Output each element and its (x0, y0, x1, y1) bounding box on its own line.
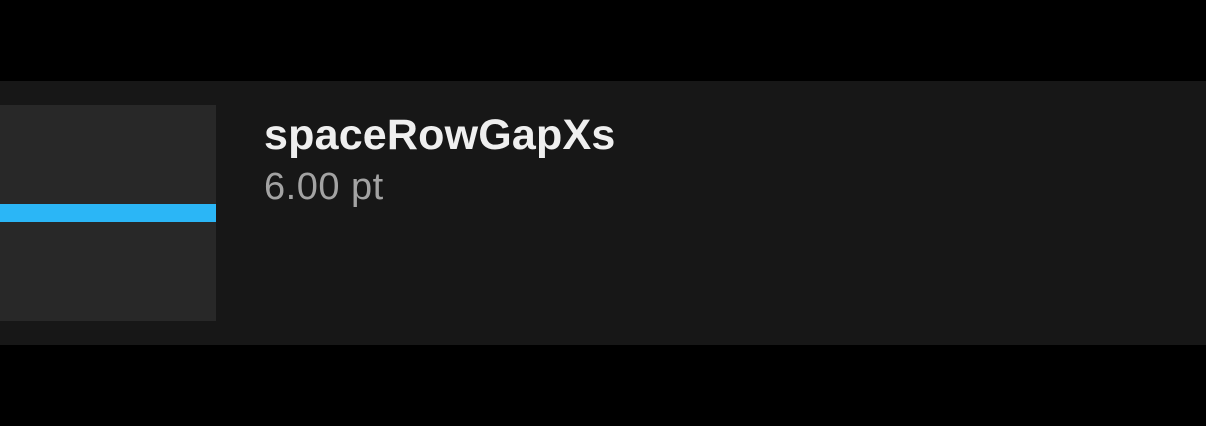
token-name: spaceRowGapXs (264, 111, 616, 159)
spacing-token-row[interactable]: spaceRowGapXs 6.00 pt (0, 81, 1206, 345)
token-info: spaceRowGapXs 6.00 pt (264, 109, 616, 213)
row-gap-indicator-bar (0, 204, 216, 222)
page: spaceRowGapXs 6.00 pt (0, 0, 1206, 426)
token-value: 6.00 pt (264, 166, 384, 208)
spacing-preview-swatch (0, 105, 216, 321)
